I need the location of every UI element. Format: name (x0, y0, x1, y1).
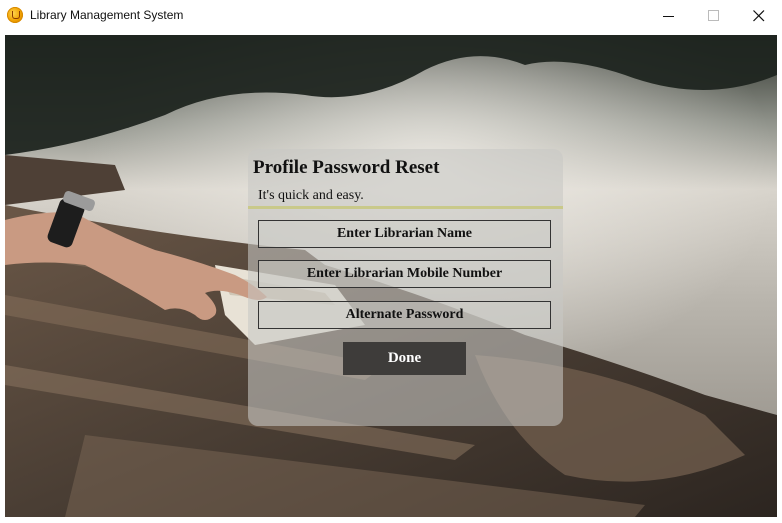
alternate-password-input[interactable] (258, 301, 551, 329)
minimize-icon (663, 16, 674, 17)
background-image: Profile Password Reset It's quick and ea… (5, 35, 777, 517)
minimize-button[interactable] (646, 0, 692, 32)
password-reset-panel: Profile Password Reset It's quick and ea… (248, 149, 563, 426)
app-logo-icon (7, 7, 23, 23)
close-button[interactable] (736, 0, 782, 32)
close-icon (753, 10, 765, 22)
window-title: Library Management System (30, 8, 184, 22)
form-title: Profile Password Reset (253, 157, 440, 178)
title-divider (248, 206, 563, 209)
title-bar: Library Management System (0, 0, 782, 32)
form-subtitle: It's quick and easy. (258, 188, 364, 203)
maximize-icon (708, 10, 719, 21)
maximize-button[interactable] (691, 0, 737, 32)
done-button[interactable]: Done (343, 342, 466, 375)
window-bottom-border (0, 519, 782, 523)
librarian-mobile-input[interactable] (258, 260, 551, 288)
librarian-name-input[interactable] (258, 220, 551, 248)
